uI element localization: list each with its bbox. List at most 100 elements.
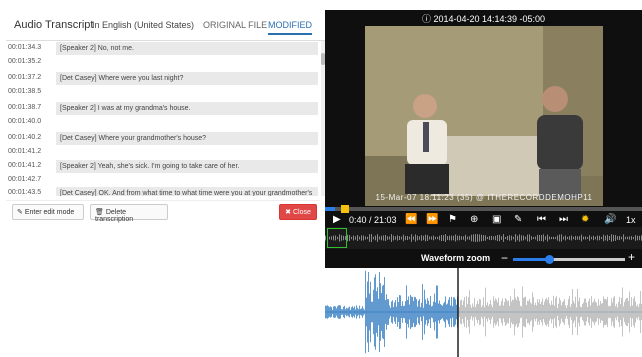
waveform-bar: [531, 303, 532, 321]
waveform-bar: [504, 301, 505, 323]
overview-bar: [445, 234, 446, 242]
waveform-bar: [594, 298, 595, 326]
rewind-icon[interactable]: ⏪: [405, 213, 417, 227]
zoom-handle[interactable]: [544, 255, 554, 264]
waveform-bar: [599, 305, 600, 319]
progress-bar[interactable]: [325, 205, 642, 213]
close-button[interactable]: ✖ Close: [279, 204, 317, 220]
waveform-bar: [621, 297, 622, 327]
waveform-icon[interactable]: ✹: [581, 213, 589, 227]
progress-handle[interactable]: [340, 205, 349, 213]
waveform-bar: [372, 301, 373, 323]
transcript-text[interactable]: [Det Casey] OK. And from what time to wh…: [56, 187, 318, 196]
waveform-bar: [488, 306, 489, 318]
waveform-bar: [633, 298, 634, 326]
waveform-bar: [425, 299, 426, 325]
bookmark-icon[interactable]: ⚑: [448, 213, 457, 227]
waveform-bar: [573, 301, 574, 323]
transcript-text[interactable]: [Det Casey] Where your grandmother's hou…: [56, 132, 318, 145]
waveform-bar: [532, 292, 533, 332]
speed-label[interactable]: 1x: [626, 213, 636, 227]
waveform-bar: [580, 306, 581, 318]
waveform-bar: [498, 297, 499, 327]
zoom-icon[interactable]: ⊕: [470, 213, 478, 227]
waveform-view[interactable]: [325, 268, 642, 357]
overview-bar: [535, 236, 536, 240]
zoom-in-icon[interactable]: +: [628, 250, 635, 264]
waveform-bar: [608, 305, 609, 319]
transcript-row[interactable]: 00:01:40.2 00:01:41.2 [Det Casey] Where …: [6, 131, 325, 161]
waveform-bar: [607, 296, 608, 328]
overview-bar: [485, 235, 486, 241]
picture-icon[interactable]: ▣: [492, 213, 501, 227]
transcript-row[interactable]: 00:01:38.7 00:01:40.0 [Speaker 2] I was …: [6, 101, 325, 131]
waveform-bar: [433, 301, 434, 323]
delete-transcription-button[interactable]: 🗑 Delete transcription: [90, 204, 168, 223]
wrench-icon[interactable]: ✎: [514, 213, 522, 227]
tab-modified[interactable]: MODIFIED: [268, 20, 312, 30]
waveform-bar: [490, 299, 491, 325]
overview-bar: [433, 235, 434, 241]
volume-icon[interactable]: 🔊: [604, 213, 616, 227]
skip-forward-icon[interactable]: ⏭: [559, 213, 568, 227]
transcript-text[interactable]: [Det Casey] Where were you last night?: [56, 72, 318, 85]
enter-edit-mode-button[interactable]: ✎ Enter edit mode: [12, 204, 84, 220]
overview-bar: [417, 235, 418, 241]
transcript-row[interactable]: 00:01:41.2 00:01:42.7 [Speaker 2] Yeah, …: [6, 159, 325, 189]
waveform-bar: [426, 303, 427, 321]
waveform-bar: [421, 302, 422, 322]
waveform-bar: [505, 298, 506, 326]
transcript-list: 00:01:34.3 00:01:35.2 [Speaker 2] No, no…: [6, 40, 325, 196]
waveform-bar: [617, 307, 618, 317]
fast-forward-icon[interactable]: ⏩: [426, 213, 438, 227]
overview-bar: [493, 236, 494, 240]
waveform-bar: [606, 299, 607, 325]
transcript-row[interactable]: 00:01:43.5 [Det Casey] OK. And from what…: [6, 186, 325, 196]
transcript-row[interactable]: 00:01:34.3 00:01:35.2 [Speaker 2] No, no…: [6, 41, 325, 71]
waveform-bar: [629, 291, 630, 333]
tab-original-file[interactable]: ORIGINAL FILE: [203, 20, 267, 30]
waveform-bar: [584, 298, 585, 326]
transcript-row[interactable]: 00:01:37.2 00:01:38.5 [Det Casey] Where …: [6, 71, 325, 101]
overview-bar: [557, 235, 558, 241]
waveform-bar: [440, 303, 441, 321]
overview-bar: [571, 235, 572, 241]
waveform-bar: [392, 300, 393, 324]
waveform-bar: [473, 306, 474, 318]
waveform-bar: [603, 296, 604, 328]
zoom-track-fill: [513, 258, 549, 261]
waveform-bar: [367, 281, 368, 343]
waveform-bar: [342, 309, 343, 315]
edit-button-label: Enter edit mode: [24, 209, 75, 216]
waveform-bar: [530, 302, 531, 322]
overview-bar: [413, 236, 414, 240]
skip-back-icon[interactable]: ⏮: [537, 213, 546, 227]
waveform-bar: [485, 287, 486, 337]
overview-bar: [567, 236, 568, 240]
waveform-bar: [335, 306, 336, 318]
waveform-bar: [333, 306, 334, 318]
waveform-bar: [622, 287, 623, 337]
transcript-text[interactable]: [Speaker 2] I was at my grandma's house.: [56, 102, 318, 115]
transcript-text[interactable]: [Speaker 2] Yeah, she's sick. I'm going …: [56, 160, 318, 173]
waveform-bar: [478, 303, 479, 321]
waveform-bar: [560, 300, 561, 324]
waveform-bar: [420, 307, 421, 317]
overview-bar: [473, 234, 474, 242]
waveform-bar: [325, 305, 326, 319]
video-frame[interactable]: [365, 26, 603, 206]
overview-bar: [503, 234, 504, 242]
waveform-bar: [365, 270, 366, 354]
play-icon[interactable]: ▶: [333, 213, 341, 227]
overview-bar: [627, 236, 628, 240]
zoom-out-icon[interactable]: −: [501, 251, 508, 265]
overview-viewport[interactable]: [327, 228, 347, 248]
waveform-overview[interactable]: [325, 227, 642, 249]
waveform-bar: [574, 303, 575, 321]
overview-bar: [415, 234, 416, 242]
waveform-bar: [636, 306, 637, 318]
waveform-bar: [474, 298, 475, 326]
transcript-text[interactable]: [Speaker 2] No, not me.: [56, 42, 318, 55]
waveform-bar: [552, 304, 553, 320]
overview-bar: [399, 236, 400, 240]
